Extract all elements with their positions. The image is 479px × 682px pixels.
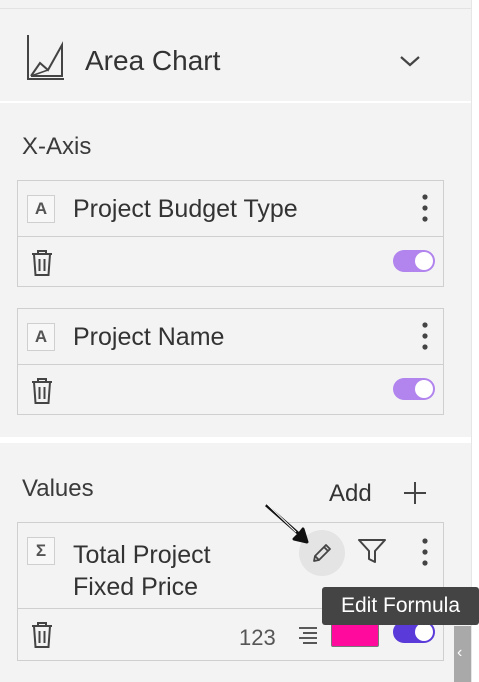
field-label-line: Fixed Price <box>73 573 199 601</box>
number-format-button[interactable]: 123 <box>239 625 276 651</box>
x-axis-field-card: A Project Budget Type <box>17 180 444 287</box>
chart-type-selector[interactable]: Area Chart <box>0 9 471 101</box>
area-chart-icon <box>27 35 64 80</box>
trash-icon[interactable] <box>30 249 54 277</box>
field-label-line: Total Project <box>73 541 211 569</box>
chart-config-panel: Area Chart X-Axis A Project Budget Type … <box>0 0 471 682</box>
chart-type-label: Area Chart <box>85 45 221 76</box>
add-value-button[interactable]: Add <box>329 480 372 508</box>
trash-icon[interactable] <box>30 621 54 649</box>
filter-icon[interactable] <box>357 537 387 565</box>
field-toggle[interactable] <box>393 250 435 272</box>
text-type-icon: A <box>27 195 55 223</box>
text-type-icon: A <box>27 323 55 351</box>
trash-icon[interactable] <box>30 377 54 405</box>
field-label[interactable]: Project Name <box>73 323 224 352</box>
field-toggle[interactable] <box>393 378 435 400</box>
field-label[interactable]: Project Budget Type <box>73 195 298 224</box>
x-axis-field-card: A Project Name <box>17 308 444 415</box>
chevron-left-icon: ‹ <box>457 644 463 661</box>
sum-type-icon: Σ <box>27 537 55 565</box>
collapse-panel-tab[interactable]: ‹ <box>454 626 471 682</box>
mouse-pointer-icon <box>265 503 309 544</box>
field-label[interactable]: Total Project Fixed Price <box>73 539 211 603</box>
edit-formula-tooltip: Edit Formula <box>322 587 479 625</box>
more-options-icon[interactable] <box>421 537 429 567</box>
divider <box>0 101 471 103</box>
x-axis-title: X-Axis <box>22 133 92 160</box>
more-options-icon[interactable] <box>421 193 429 223</box>
values-title: Values <box>22 475 94 502</box>
plus-icon[interactable] <box>402 480 428 506</box>
align-lines-icon[interactable] <box>298 626 318 644</box>
pencil-icon <box>313 544 331 562</box>
divider <box>0 437 471 443</box>
more-options-icon[interactable] <box>421 321 429 351</box>
right-scroll-strip <box>471 0 479 682</box>
chevron-down-icon[interactable] <box>398 53 422 69</box>
